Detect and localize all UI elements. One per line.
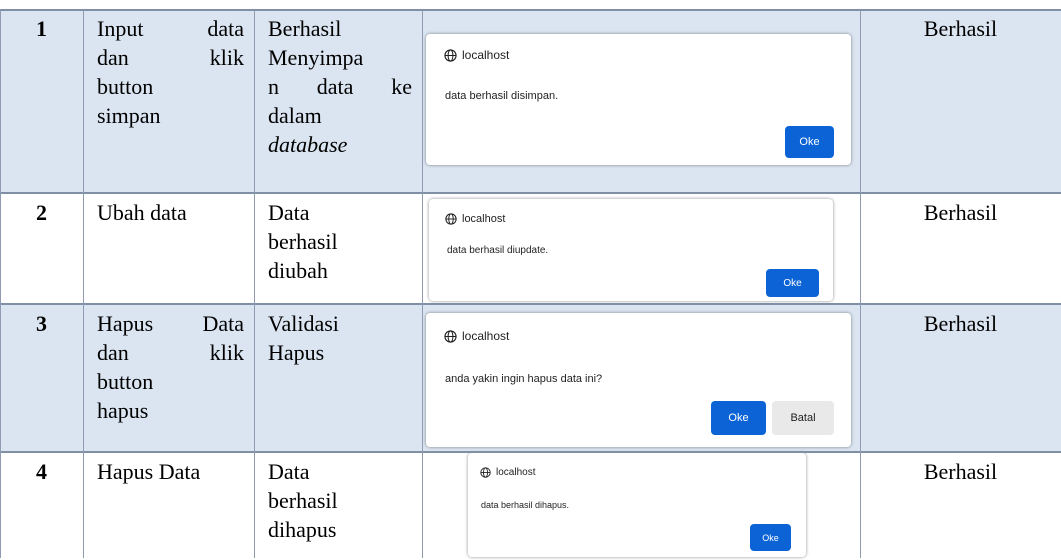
alert-dialog: localhost data berhasil disimpan. Oke bbox=[426, 34, 851, 165]
row-number: 2 bbox=[36, 200, 47, 225]
dialog-message: data berhasil disimpan. bbox=[445, 90, 559, 102]
action-cell: Hapus Data dan klik button hapus bbox=[83, 305, 254, 451]
column-divider bbox=[422, 10, 423, 558]
screenshot-cell: localhost data berhasil dihapus. Oke bbox=[422, 453, 860, 558]
dialog-message: data berhasil diupdate. bbox=[447, 245, 549, 256]
row-divider bbox=[0, 451, 1061, 453]
ok-button[interactable]: Oke bbox=[711, 401, 766, 435]
expected-line-italic: database bbox=[268, 132, 348, 157]
column-divider bbox=[254, 10, 255, 558]
screenshot-cell: localhost data berhasil disimpan. Oke bbox=[422, 10, 860, 192]
action-line: Input data bbox=[97, 16, 244, 41]
action-line: button bbox=[97, 74, 154, 99]
globe-icon bbox=[444, 48, 457, 62]
row-number: 3 bbox=[0, 305, 83, 451]
globe-icon bbox=[480, 467, 491, 478]
action-line: Hapus Data bbox=[97, 311, 244, 336]
action-line: simpan bbox=[97, 103, 161, 128]
action-cell: Ubah data bbox=[83, 194, 254, 303]
action-cell: Hapus Data bbox=[83, 453, 254, 558]
expected-line: dihapus bbox=[268, 517, 337, 542]
expected-line: berhasil bbox=[268, 488, 338, 513]
screenshot-cell: localhost data berhasil diupdate. Oke bbox=[422, 194, 860, 303]
expected-line: Menyimpa bbox=[268, 45, 364, 70]
action-line: dan klik bbox=[97, 45, 244, 70]
dialog-host: localhost bbox=[444, 48, 509, 62]
dialog-host-label: localhost bbox=[496, 467, 536, 478]
expected-line: n data ke bbox=[268, 74, 412, 99]
result-cell: Berhasil bbox=[860, 10, 1061, 192]
dialog-host-label: localhost bbox=[462, 213, 506, 225]
result-cell: Berhasil bbox=[923, 200, 998, 225]
action-line: hapus bbox=[97, 398, 149, 423]
globe-icon bbox=[445, 213, 457, 225]
ok-button[interactable]: Oke bbox=[750, 524, 791, 551]
table-row: 3 Hapus Data dan klik button hapus Valid… bbox=[0, 305, 1061, 451]
dialog-host: localhost bbox=[480, 467, 535, 478]
table-row: 4 Hapus Data Data berhasil dihapus local… bbox=[0, 453, 1061, 558]
dialog-host-label: localhost bbox=[462, 48, 510, 62]
expected-line: dalam bbox=[268, 103, 322, 128]
table-row: 1 Input data dan klik button simpan Berh… bbox=[0, 10, 1061, 192]
expected-cell: Data berhasil diubah bbox=[254, 194, 422, 303]
table-row: 2 Ubah data Data berhasil diubah localho… bbox=[0, 194, 1061, 303]
row-number: 1 bbox=[0, 10, 83, 192]
expected-line: diubah bbox=[268, 258, 328, 283]
expected-cell: Validasi Hapus bbox=[254, 305, 422, 451]
dialog-host: localhost bbox=[444, 329, 509, 343]
row-divider bbox=[0, 303, 1061, 305]
action-line: button bbox=[97, 369, 154, 394]
result-cell: Berhasil bbox=[923, 459, 998, 484]
column-divider bbox=[860, 10, 861, 558]
globe-icon bbox=[444, 329, 457, 343]
dialog-message: data berhasil dihapus. bbox=[481, 500, 570, 510]
row-divider bbox=[0, 192, 1061, 194]
dialog-host: localhost bbox=[445, 213, 505, 225]
expected-line: Data bbox=[268, 200, 310, 225]
action-line: Ubah data bbox=[97, 200, 187, 225]
expected-line: Data bbox=[268, 459, 310, 484]
expected-cell: Berhasil Menyimpa n data ke dalam databa… bbox=[254, 10, 422, 192]
action-line: Hapus Data bbox=[97, 459, 201, 484]
expected-line: Hapus bbox=[268, 340, 325, 365]
ok-button[interactable]: Oke bbox=[785, 126, 834, 158]
dialog-message: anda yakin ingin hapus data ini? bbox=[445, 373, 603, 385]
action-cell: Input data dan klik button simpan bbox=[83, 10, 254, 192]
cancel-button[interactable]: Batal bbox=[772, 401, 834, 435]
result-cell: Berhasil bbox=[860, 305, 1061, 451]
action-line: dan klik bbox=[97, 340, 244, 365]
alert-dialog: localhost data berhasil dihapus. Oke bbox=[468, 453, 806, 557]
confirm-dialog: localhost anda yakin ingin hapus data in… bbox=[426, 313, 851, 447]
expected-line: Validasi bbox=[268, 311, 339, 336]
expected-line: Berhasil bbox=[268, 16, 342, 41]
row-number: 4 bbox=[36, 459, 47, 484]
screenshot-cell: localhost anda yakin ingin hapus data in… bbox=[422, 305, 860, 451]
dialog-host-label: localhost bbox=[462, 329, 510, 343]
table-top-border bbox=[0, 9, 1061, 11]
test-results-table: 1 Input data dan klik button simpan Berh… bbox=[0, 0, 1061, 560]
alert-dialog: localhost data berhasil diupdate. Oke bbox=[429, 199, 833, 301]
expected-line: berhasil bbox=[268, 229, 338, 254]
column-divider bbox=[0, 10, 1, 558]
ok-button[interactable]: Oke bbox=[766, 269, 819, 297]
expected-cell: Data berhasil dihapus bbox=[254, 453, 422, 558]
column-divider bbox=[83, 10, 84, 558]
